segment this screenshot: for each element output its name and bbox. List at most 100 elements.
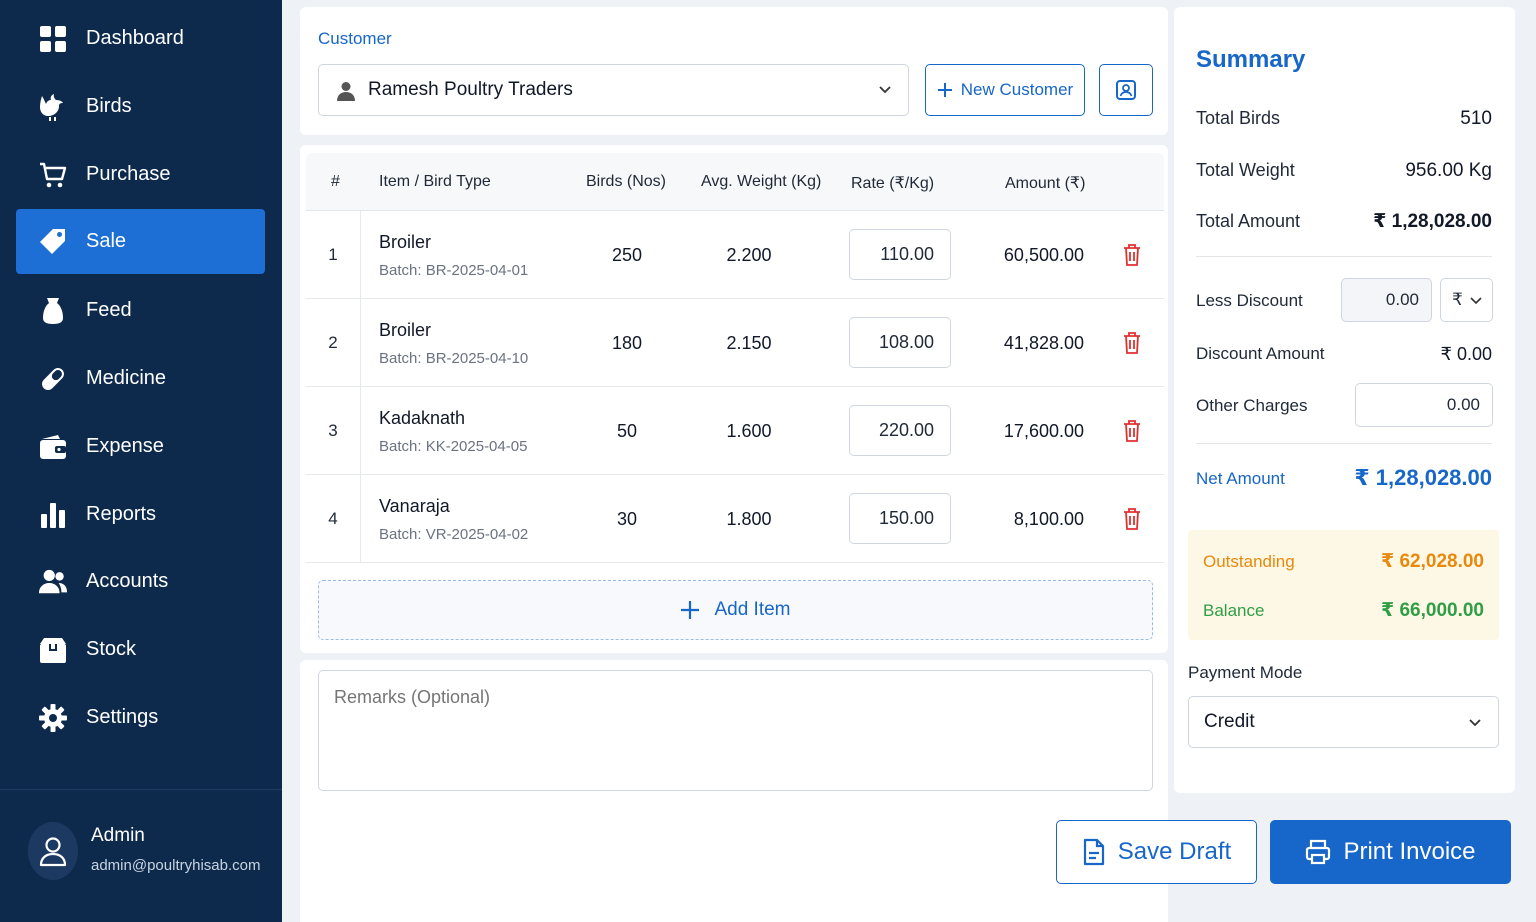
plus-icon — [681, 601, 700, 619]
row-item-name: Vanaraja — [379, 496, 450, 516]
row-weight: 1.600 — [726, 421, 772, 441]
other-charges-input[interactable]: 0.00 — [1355, 383, 1493, 427]
header-rate: Rate (₹/Kg) — [851, 175, 935, 192]
contact-card-icon — [1116, 80, 1136, 100]
print-invoice-button[interactable]: Print Invoice — [1270, 820, 1511, 884]
discount-amount-value: ₹ 0.00 — [1440, 344, 1493, 364]
users-icon — [38, 567, 68, 597]
row-batch: Batch: BR-2025-04-01 — [379, 262, 529, 279]
row-batch: Batch: KK-2025-04-05 — [379, 438, 528, 455]
total-birds-label: Total Birds — [1196, 108, 1281, 128]
row-batch: Batch: BR-2025-04-10 — [379, 350, 529, 367]
user-name: Admin — [91, 825, 145, 846]
net-amount-label: Net Amount — [1196, 469, 1285, 488]
customer-label: Customer — [318, 29, 392, 48]
payment-mode-value: Credit — [1204, 711, 1255, 732]
rate-input[interactable]: 150.00 — [849, 493, 951, 544]
box-icon — [38, 635, 68, 665]
payment-mode-label: Payment Mode — [1188, 663, 1303, 682]
pill-icon — [38, 364, 68, 394]
total-amount-value: ₹ 1,28,028.00 — [1373, 211, 1492, 232]
sidebar-item-feed[interactable]: Feed — [16, 278, 265, 343]
save-draft-label: Save Draft — [1117, 838, 1232, 865]
grid-icon — [38, 24, 68, 54]
save-draft-button[interactable]: Save Draft — [1056, 820, 1257, 884]
discount-input[interactable]: 0.00 — [1341, 278, 1432, 322]
user-profile[interactable]: Admin admin@poultryhisab.com — [28, 822, 260, 880]
sidebar-item-label: Medicine — [86, 367, 167, 389]
table-row: 4 Vanaraja Batch: VR-2025-04-02 30 1.800… — [306, 475, 1164, 563]
table-header: # Item / Bird Type Birds (Nos) Avg. Weig… — [306, 153, 1164, 211]
outstanding-label: Outstanding — [1203, 552, 1295, 571]
chevron-down-icon — [1470, 297, 1482, 305]
rate-input[interactable]: 108.00 — [849, 317, 951, 368]
chevron-down-icon — [879, 86, 891, 94]
row-number: 2 — [306, 299, 361, 386]
sidebar-item-sale[interactable]: Sale — [16, 209, 265, 274]
sidebar-item-expense[interactable]: Expense — [16, 414, 265, 479]
row-amount: 8,100.00 — [1013, 509, 1084, 529]
header-weight: Avg. Weight (Kg) — [701, 173, 822, 190]
document-icon — [1083, 838, 1104, 866]
add-item-button[interactable]: Add Item — [318, 580, 1153, 640]
rate-input[interactable]: 220.00 — [849, 405, 951, 456]
new-customer-label: New Customer — [960, 80, 1074, 99]
sidebar-item-accounts[interactable]: Accounts — [16, 549, 265, 614]
row-number: 3 — [306, 387, 361, 474]
row-number: 4 — [306, 475, 361, 562]
customer-select-value: Ramesh Poultry Traders — [368, 79, 573, 100]
table-row: 1 Broiler Batch: BR-2025-04-01 250 2.200… — [306, 211, 1164, 299]
sidebar: Dashboard Birds Purchase Sale Feed Medic… — [0, 0, 282, 922]
customer-profile-button[interactable] — [1099, 64, 1153, 116]
sidebar-item-label: Feed — [86, 299, 132, 321]
row-amount: 17,600.00 — [1003, 421, 1084, 441]
trash-icon[interactable] — [1122, 507, 1142, 531]
tag-icon — [38, 227, 68, 257]
rate-input[interactable]: 110.00 — [849, 229, 951, 280]
row-birds: 50 — [616, 421, 638, 441]
summary-divider — [1196, 256, 1492, 257]
header-birds: Birds (Nos) — [586, 173, 667, 190]
net-amount-value: ₹ 1,28,028.00 — [1354, 465, 1492, 490]
row-birds: 250 — [611, 245, 643, 265]
discount-type-select[interactable]: ₹ — [1440, 278, 1493, 322]
sidebar-item-stock[interactable]: Stock — [16, 617, 265, 682]
payment-mode-select[interactable]: Credit — [1188, 696, 1499, 748]
sidebar-item-label: Birds — [86, 95, 132, 117]
row-birds: 180 — [611, 333, 643, 353]
table-row: 2 Broiler Batch: BR-2025-04-10 180 2.150… — [306, 299, 1164, 387]
sidebar-item-label: Settings — [86, 706, 159, 728]
gear-icon — [38, 703, 68, 733]
outstanding-value: ₹ 62,028.00 — [1380, 551, 1484, 572]
sidebar-item-label: Expense — [86, 435, 164, 457]
total-weight-label: Total Weight — [1196, 160, 1295, 180]
trash-icon[interactable] — [1122, 419, 1142, 443]
header-item: Item / Bird Type — [379, 173, 491, 190]
sidebar-item-birds[interactable]: Birds — [16, 74, 265, 139]
total-weight-value: 956.00 Kg — [1405, 160, 1492, 181]
row-item-name: Broiler — [379, 320, 432, 340]
customer-select[interactable]: Ramesh Poultry Traders — [318, 64, 909, 116]
new-customer-button[interactable]: New Customer — [925, 64, 1085, 116]
user-icon — [39, 837, 67, 867]
sidebar-item-dashboard[interactable]: Dashboard — [16, 6, 265, 71]
sidebar-item-settings[interactable]: Settings — [16, 685, 265, 750]
remarks-textarea[interactable] — [318, 670, 1153, 791]
sidebar-item-purchase[interactable]: Purchase — [16, 142, 265, 207]
sidebar-item-reports[interactable]: Reports — [16, 482, 265, 547]
sidebar-item-medicine[interactable]: Medicine — [16, 346, 265, 411]
sidebar-item-label: Purchase — [86, 163, 171, 185]
less-discount-label: Less Discount — [1196, 291, 1303, 310]
trash-icon[interactable] — [1122, 243, 1142, 267]
summary-title: Summary — [1196, 46, 1306, 73]
other-charges-label: Other Charges — [1196, 396, 1308, 415]
row-batch: Batch: VR-2025-04-02 — [379, 526, 529, 543]
row-weight: 2.150 — [726, 333, 772, 353]
balance-label: Balance — [1203, 601, 1265, 620]
chevron-down-icon — [1469, 719, 1481, 727]
header-num: # — [331, 173, 340, 190]
summary-divider — [1196, 443, 1492, 444]
add-item-label: Add Item — [714, 599, 791, 620]
trash-icon[interactable] — [1122, 331, 1142, 355]
table-row: 3 Kadaknath Batch: KK-2025-04-05 50 1.60… — [306, 387, 1164, 475]
